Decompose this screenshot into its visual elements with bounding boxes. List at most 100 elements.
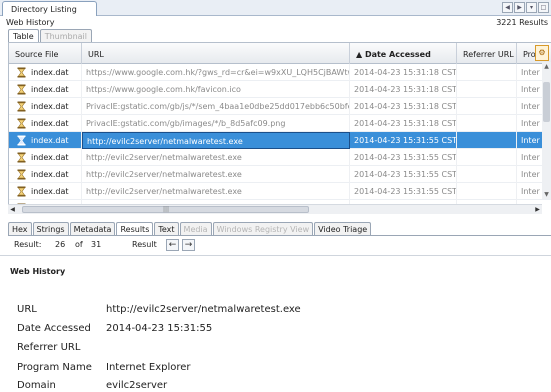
source-file-label: index.dat (31, 136, 69, 145)
result-navigation: Result: 26 of 31 Result ← → (0, 237, 551, 254)
table-horizontal-scrollbar[interactable]: ◀ ||| ▶ (8, 204, 542, 214)
detail-key: URL (17, 304, 37, 315)
tab-hex[interactable]: Hex (8, 222, 32, 235)
hourglass-file-icon (17, 169, 26, 180)
cell-url: http://evilc2server/netmalwaretest.exe (82, 132, 350, 149)
column-date-accessed[interactable]: ▲ Date Accessed (350, 43, 457, 64)
tab-video-triage[interactable]: Video Triage (314, 222, 372, 235)
cell-url: https://www.google.com.hk/favicon.ico (82, 81, 350, 98)
cell-referrer (457, 115, 517, 132)
table-row[interactable]: index.dat http://evilc2server/netmalwaret… (9, 183, 551, 200)
hourglass-file-icon (17, 152, 26, 163)
table-header: Source File URL ▲ Date Accessed Referrer… (9, 43, 551, 64)
cell-url: PrivacIE:gstatic.com/gb/images/*/b_8d5af… (82, 115, 350, 132)
cell-source-file: index.dat (9, 115, 82, 132)
tab-next-button[interactable]: ▶ (514, 2, 525, 13)
detail-key: Referrer URL (17, 342, 81, 353)
cell-url: http://evilc2server/netmalwaretest.exe (82, 149, 350, 166)
table-row[interactable]: index.dat http://evilc2server/netmalwaret… (9, 149, 551, 166)
cell-referrer (457, 132, 517, 149)
detail-value: 2014-04-23 15:31:55 (106, 323, 213, 334)
table-row[interactable]: index.dat PrivacIE:gstatic.com/gb/images/… (9, 115, 551, 132)
tab-media[interactable]: Media (179, 222, 212, 235)
column-referrer-url[interactable]: Referrer URL (457, 43, 517, 64)
vertical-scroll-thumb[interactable] (543, 82, 550, 122)
hourglass-file-icon (17, 101, 26, 112)
scroll-down-icon[interactable]: ▼ (542, 190, 551, 199)
tab-results[interactable]: Results (116, 222, 154, 235)
cell-referrer (457, 183, 517, 200)
cell-date: 2014-04-23 15:31:18 CST (350, 98, 457, 115)
cell-date: 2014-04-23 15:31:18 CST (350, 81, 457, 98)
view-title: Web History (6, 18, 55, 27)
cell-date: 2014-04-23 15:31:55 CST (350, 132, 457, 149)
detail-row-date-accessed: Date Accessed 2014-04-23 15:31:55 (0, 323, 551, 343)
tab-thumbnail[interactable]: Thumbnail (39, 29, 93, 42)
viewer-divider (8, 235, 551, 236)
source-file-label: index.dat (31, 153, 69, 162)
table-row[interactable]: index.dat http://evilc2server/netmalwaret… (9, 132, 551, 149)
cell-source-file: index.dat (9, 64, 82, 81)
cell-referrer (457, 98, 517, 115)
tab-strings[interactable]: Strings (32, 222, 69, 235)
detail-key: Program Name (17, 362, 92, 373)
tab-metadata[interactable]: Metadata (69, 222, 116, 235)
cell-date: 2014-04-23 15:31:55 CST (350, 183, 457, 200)
detail-key: Date Accessed (17, 323, 91, 334)
scroll-left-icon[interactable]: ◀ (8, 205, 17, 214)
cell-url: PrivacIE:gstatic.com/gb/js/*/sem_4baa1e0… (82, 98, 350, 115)
cell-date: 2014-04-23 15:31:55 CST (350, 166, 457, 183)
result-current: 26 (55, 240, 66, 249)
result-label: Result: (14, 240, 42, 249)
cell-date: 2014-04-23 15:31:55 CST (350, 149, 457, 166)
next-result-button[interactable]: → (182, 239, 195, 251)
column-source-file[interactable]: Source File (9, 43, 82, 64)
restore-window-button[interactable]: □ (538, 2, 549, 13)
table-row[interactable]: index.dat PrivacIE:gstatic.com/gb/js/*/se… (9, 98, 551, 115)
table-row[interactable]: index.dat https://www.google.com.hk/favic… (9, 81, 551, 98)
source-file-label: index.dat (31, 170, 69, 179)
tab-directory-listing[interactable]: Directory Listing (2, 1, 97, 16)
tab-table[interactable]: Table (8, 29, 39, 42)
table-row[interactable]: index.dat https://www.google.com.hk/?gws_… (9, 64, 551, 81)
cell-source-file: index.dat (9, 166, 82, 183)
detail-key: Domain (17, 380, 56, 391)
source-file-label: index.dat (31, 187, 69, 196)
cell-source-file: index.dat (9, 98, 82, 115)
view-mode-tabs: Table Thumbnail (8, 29, 93, 42)
cell-date: 2014-04-23 15:31:18 CST (350, 115, 457, 132)
cell-source-file: index.dat (9, 81, 82, 98)
detail-row-program-name: Program Name Internet Explorer (0, 362, 551, 382)
tab-text[interactable]: Text (154, 222, 179, 235)
source-file-label: index.dat (31, 119, 69, 128)
column-url[interactable]: URL (82, 43, 350, 64)
tab-windows-registry-view[interactable]: Windows Registry View (212, 222, 314, 235)
detail-value: evilc2server (106, 380, 168, 391)
cell-source-file: index.dat (9, 183, 82, 200)
table-row[interactable]: index.dat http://evilc2server/netmalwaret… (9, 166, 551, 183)
details-title: Web History (10, 267, 66, 276)
scroll-up-icon[interactable]: ▲ (542, 62, 551, 71)
previous-result-button[interactable]: ← (166, 239, 179, 251)
cell-date: 2014-04-23 15:31:18 CST (350, 64, 457, 81)
result-of-label: of (75, 240, 83, 249)
view-header: Web History 3221 Results (0, 17, 551, 29)
content-viewer-tabs: Hex Strings Metadata Results Text Media Window… (8, 222, 372, 235)
hourglass-file-icon (17, 67, 26, 78)
source-file-label: index.dat (31, 68, 69, 77)
results-count: 3221 Results (496, 18, 548, 27)
result-total: 31 (91, 240, 102, 249)
cell-source-file: index.dat (9, 132, 82, 149)
detail-value: Internet Explorer (106, 362, 191, 373)
tab-nav-buttons: ◀ ▶ ▾ □ (502, 2, 549, 13)
column-settings-icon[interactable]: ⚙ (535, 45, 549, 61)
detail-value: http://evilc2server/netmalwaretest.exe (106, 304, 301, 315)
tab-list-menu-button[interactable]: ▾ (526, 2, 537, 13)
cell-referrer (457, 64, 517, 81)
table-vertical-scrollbar[interactable]: ▲ ▼ (542, 62, 551, 199)
scroll-right-icon[interactable]: ▶ (533, 205, 542, 214)
horizontal-scroll-thumb[interactable]: ||| (22, 206, 309, 213)
source-file-label: index.dat (31, 85, 69, 94)
tab-prev-button[interactable]: ◀ (502, 2, 513, 13)
results-table: Source File URL ▲ Date Accessed Referrer… (8, 42, 551, 204)
